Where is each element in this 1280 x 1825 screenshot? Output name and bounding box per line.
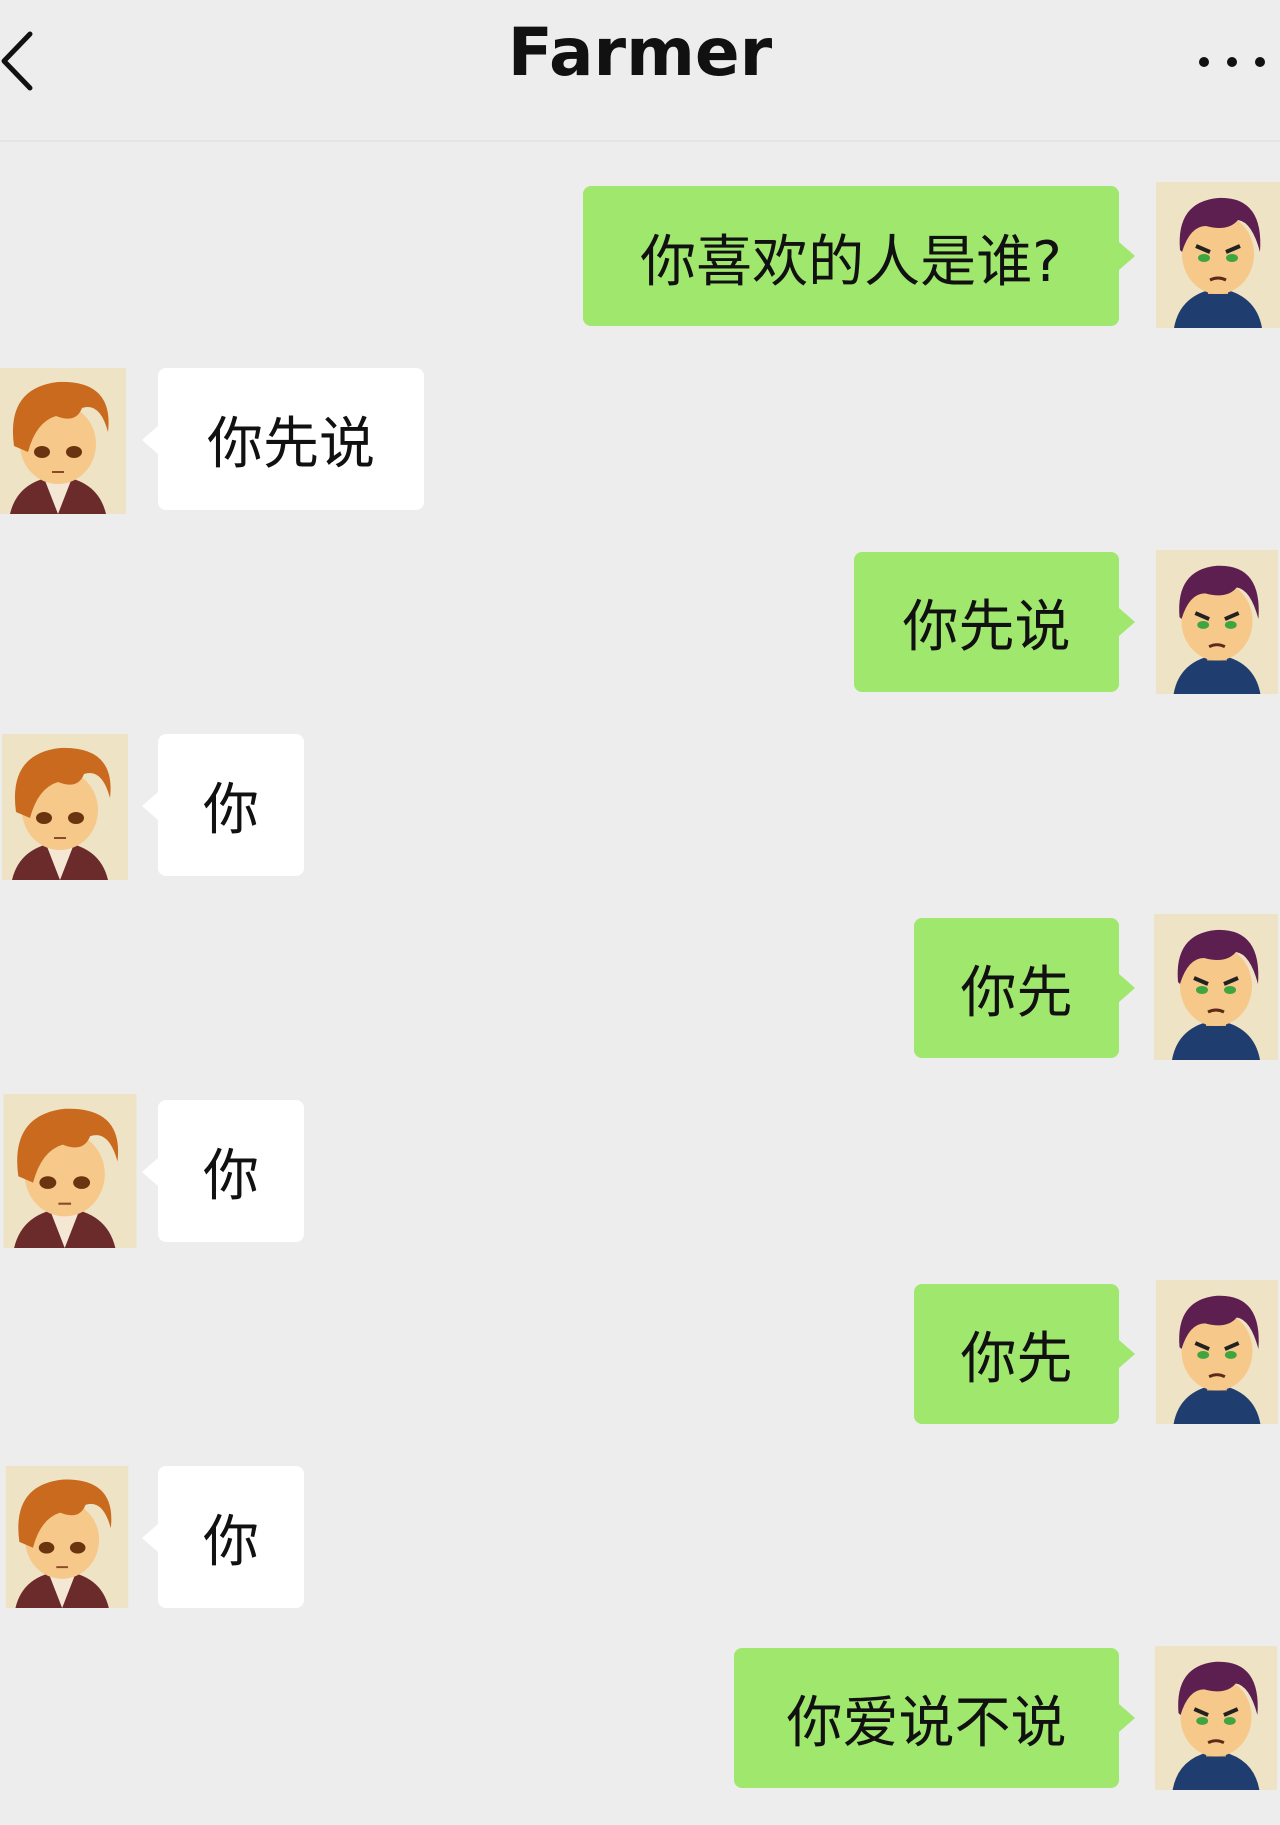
avatar-purple-hair-icon <box>1155 550 1279 694</box>
bubble-tail <box>1119 1340 1135 1368</box>
message-bubble-incoming[interactable]: 你 <box>158 1100 304 1242</box>
message-bubble-outgoing[interactable]: 你先 <box>914 1284 1119 1424</box>
avatar-orange-hair-icon <box>5 1466 129 1608</box>
message-bubble-incoming[interactable]: 你先说 <box>158 368 424 510</box>
avatar-orange-hair-icon <box>3 1094 137 1248</box>
avatar-purple-hair-icon <box>1154 914 1278 1060</box>
message-bubble-outgoing[interactable]: 你先说 <box>854 552 1119 692</box>
message-bubble-incoming[interactable]: 你 <box>158 1466 304 1608</box>
bubble-tail <box>1119 974 1135 1002</box>
message-bubble-incoming[interactable]: 你 <box>158 734 304 876</box>
my-avatar[interactable] <box>1156 182 1280 328</box>
header-divider <box>0 140 1280 142</box>
my-avatar[interactable] <box>1154 550 1280 694</box>
my-avatar[interactable] <box>1154 1280 1280 1424</box>
chat-header: Farmer <box>0 0 1280 140</box>
message-bubble-outgoing[interactable]: 你喜欢的人是谁? <box>583 186 1119 326</box>
avatar-orange-hair-icon <box>2 734 128 880</box>
more-horizontal-icon[interactable] <box>1194 42 1270 82</box>
chat-title: Farmer <box>507 14 773 91</box>
bubble-tail <box>142 1158 158 1186</box>
my-avatar[interactable] <box>1152 1646 1280 1790</box>
my-avatar[interactable] <box>1152 914 1280 1060</box>
avatar-purple-hair-icon <box>1155 1280 1279 1424</box>
contact-avatar[interactable] <box>0 734 130 880</box>
message-bubble-outgoing[interactable]: 你爱说不说 <box>734 1648 1119 1788</box>
bubble-tail <box>1119 242 1135 270</box>
bubble-tail <box>1119 1704 1135 1732</box>
bubble-tail <box>142 426 158 454</box>
contact-avatar[interactable] <box>0 368 126 514</box>
message-bubble-outgoing[interactable]: 你先 <box>914 918 1119 1058</box>
avatar-purple-hair-icon <box>1156 182 1280 328</box>
bubble-tail <box>142 792 158 820</box>
bubble-tail <box>142 1524 158 1552</box>
chat-screen: Farmer 你喜欢的人是谁? 你先说 你先说 你 你先 你 你先 你 你爱说不… <box>0 0 1280 1825</box>
avatar-purple-hair-icon <box>1154 1646 1278 1790</box>
contact-avatar[interactable] <box>0 1466 134 1608</box>
avatar-orange-hair-icon <box>0 368 126 514</box>
contact-avatar[interactable] <box>0 1094 140 1248</box>
bubble-tail <box>1119 608 1135 636</box>
